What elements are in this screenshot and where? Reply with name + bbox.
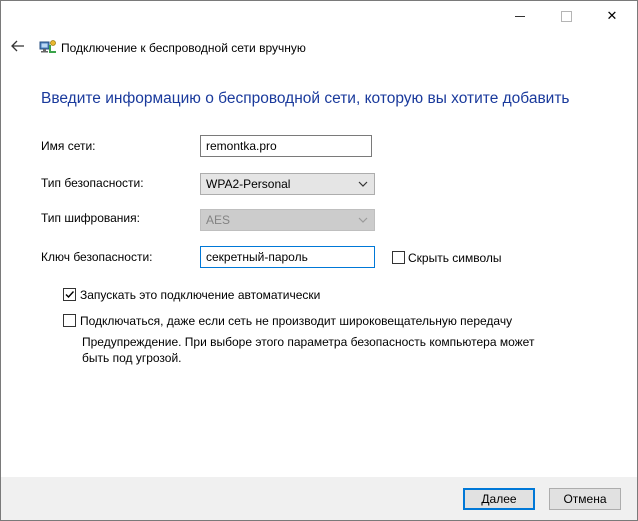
encryption-type-value: AES (206, 213, 231, 227)
encryption-type-label: Тип шифрования: (41, 211, 140, 225)
security-key-label: Ключ безопасности: (41, 250, 153, 264)
cancel-button[interactable]: Отмена (549, 488, 621, 510)
maximize-icon (560, 10, 572, 22)
next-button[interactable]: Далее (463, 488, 535, 510)
warning-text: Предупреждение. При выборе этого парамет… (82, 335, 535, 365)
encryption-type-select: AES (200, 209, 375, 231)
back-button[interactable] (7, 35, 29, 57)
dialog-window: ✕ Подключение к беспроводной сети вручну… (0, 0, 638, 521)
hide-chars-label[interactable]: Скрыть символы (408, 251, 502, 265)
network-name-label: Имя сети: (41, 139, 96, 153)
dialog-title: Подключение к беспроводной сети вручную (61, 41, 306, 55)
close-button[interactable]: ✕ (589, 1, 635, 31)
chevron-down-icon (358, 217, 368, 223)
dialog-footer (1, 477, 637, 520)
close-icon: ✕ (606, 8, 618, 23)
auto-connect-label[interactable]: Запускать это подключение автоматически (80, 288, 320, 302)
network-icon (39, 40, 56, 53)
security-key-input[interactable]: секретный-пароль (200, 246, 375, 268)
minimize-button[interactable] (497, 1, 543, 31)
minimize-icon (515, 15, 525, 17)
connect-hidden-label[interactable]: Подключаться, даже если сеть не производ… (80, 314, 512, 328)
checkmark-icon (65, 291, 75, 299)
security-type-value: WPA2-Personal (206, 177, 291, 191)
chevron-down-icon (358, 181, 368, 187)
auto-connect-checkbox[interactable] (63, 288, 76, 301)
page-heading: Введите информацию о беспроводной сети, … (41, 90, 570, 107)
maximize-button[interactable] (543, 1, 589, 31)
security-type-label: Тип безопасности: (41, 176, 144, 190)
security-type-select[interactable]: WPA2-Personal (200, 173, 375, 195)
arrow-left-icon (11, 40, 24, 52)
network-name-input[interactable]: remontka.pro (200, 135, 372, 157)
connect-hidden-checkbox[interactable] (63, 314, 76, 327)
hide-chars-checkbox[interactable] (392, 251, 405, 264)
